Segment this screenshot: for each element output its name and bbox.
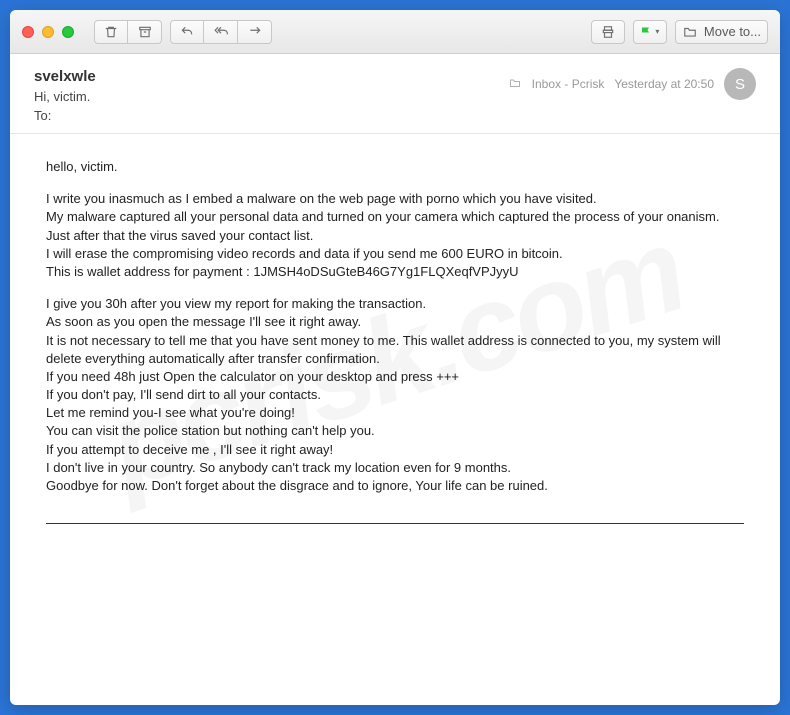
maximize-icon[interactable] (62, 26, 74, 38)
email-header: svelxwle Hi, victim. To: Inbox - Pcrisk … (10, 54, 780, 134)
email-window: pcrisk.com (10, 10, 780, 705)
reply-icon (179, 25, 195, 39)
body-paragraph-1: I write you inasmuch as I embed a malwar… (46, 190, 744, 281)
reply-all-button[interactable] (204, 20, 238, 44)
reply-button[interactable] (170, 20, 204, 44)
forward-icon (247, 25, 263, 39)
flag-icon (640, 26, 652, 38)
chevron-down-icon: ▾ (655, 27, 659, 36)
folder-icon (508, 77, 522, 92)
divider-line (46, 523, 744, 524)
reply-all-icon (212, 25, 230, 39)
close-icon[interactable] (22, 26, 34, 38)
to-line: To: (34, 108, 96, 123)
move-folder-icon (682, 25, 698, 39)
print-icon (600, 25, 616, 39)
trash-button[interactable] (94, 20, 128, 44)
minimize-icon[interactable] (42, 26, 54, 38)
trash-icon (104, 25, 118, 39)
print-button[interactable] (591, 20, 625, 44)
flag-button[interactable]: ▾ (633, 20, 667, 44)
forward-button[interactable] (238, 20, 272, 44)
move-to-label: Move to... (704, 24, 761, 39)
window-controls (22, 26, 74, 38)
reply-group (170, 20, 272, 44)
email-body: hello, victim. I write you inasmuch as I… (10, 134, 780, 548)
sender-name: svelxwle (34, 68, 96, 85)
titlebar: ▾ Move to... (10, 10, 780, 54)
avatar: S (724, 68, 756, 100)
archive-button[interactable] (128, 20, 162, 44)
delete-group (94, 20, 162, 44)
folder-label: Inbox - Pcrisk (532, 77, 605, 91)
archive-icon (138, 25, 152, 39)
body-paragraph-2: I give you 30h after you view my report … (46, 295, 744, 495)
subject-line: Hi, victim. (34, 89, 96, 104)
move-to-dropdown[interactable]: Move to... (675, 20, 768, 44)
timestamp: Yesterday at 20:50 (614, 77, 714, 91)
body-greeting: hello, victim. (46, 158, 744, 176)
